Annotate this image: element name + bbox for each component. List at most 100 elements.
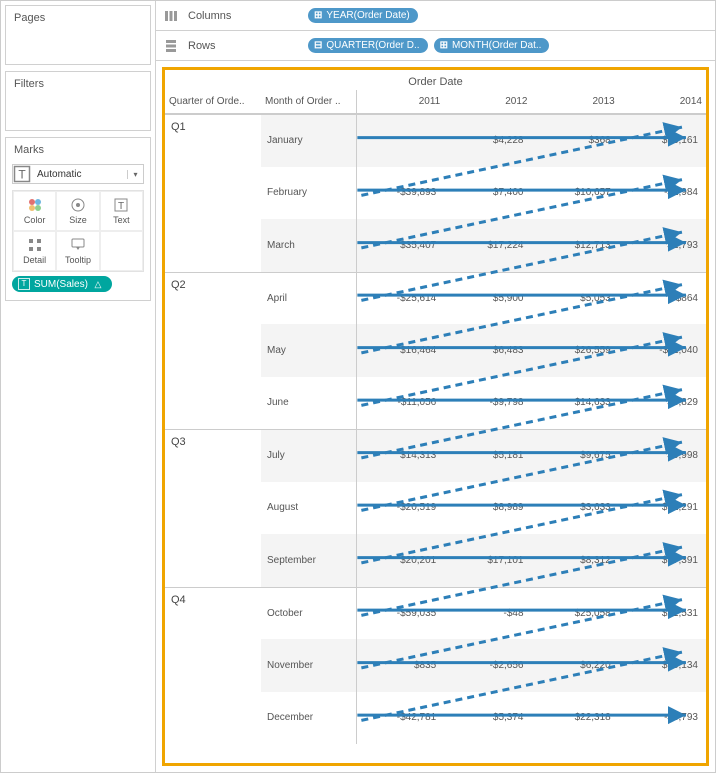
viz-title: Order Date: [165, 70, 706, 90]
value-cell[interactable]: $12,291: [619, 482, 706, 535]
month-cell[interactable]: October: [261, 588, 357, 640]
value-cell[interactable]: -$9,798: [444, 377, 531, 430]
value-cell[interactable]: $5,181: [444, 430, 531, 482]
marks-detail-button[interactable]: Detail: [13, 231, 56, 271]
value-cell[interactable]: $16,464: [357, 324, 444, 377]
value-cell[interactable]: $14,633: [532, 377, 619, 430]
month-cell[interactable]: February: [261, 167, 357, 220]
rows-shelf[interactable]: Rows ⊟QUARTER(Order D..⊞MONTH(Order Dat.…: [156, 31, 715, 61]
value-cell[interactable]: $6,483: [444, 324, 531, 377]
header-year-1[interactable]: 2012: [444, 90, 531, 113]
month-cell[interactable]: March: [261, 219, 357, 272]
month-cell[interactable]: August: [261, 482, 357, 535]
value-cell[interactable]: $8,312: [532, 534, 619, 587]
value-cell[interactable]: -$8,793: [619, 692, 706, 745]
quarter-cell[interactable]: Q4: [165, 588, 261, 640]
header-month[interactable]: Month of Order ..: [261, 90, 357, 113]
columns-shelf[interactable]: Columns ⊞YEAR(Order Date): [156, 1, 715, 31]
value-cell[interactable]: $14,313: [357, 430, 444, 482]
value-cell[interactable]: $26,559: [532, 324, 619, 377]
quarter-cell[interactable]: [165, 219, 261, 272]
rows-pill-1[interactable]: ⊞MONTH(Order Dat..: [434, 38, 550, 53]
marks-size-button[interactable]: Size: [56, 191, 99, 231]
quarter-cell[interactable]: [165, 692, 261, 745]
value-cell[interactable]: $9,675: [532, 430, 619, 482]
color-icon: [27, 197, 43, 213]
value-cell[interactable]: $12,713: [532, 219, 619, 272]
value-cell[interactable]: $368: [532, 115, 619, 167]
value-cell[interactable]: $2,793: [619, 219, 706, 272]
value-cell[interactable]: $17,101: [444, 534, 531, 587]
month-cell[interactable]: April: [261, 273, 357, 325]
month-cell[interactable]: May: [261, 324, 357, 377]
header-quarter[interactable]: Quarter of Orde..: [165, 90, 261, 113]
header-year-3[interactable]: 2014: [619, 90, 706, 113]
quarter-cell[interactable]: Q3: [165, 430, 261, 482]
value-cell[interactable]: $7,400: [444, 167, 531, 220]
value-cell[interactable]: $5,900: [444, 273, 531, 325]
value-cell[interactable]: -$11,040: [619, 324, 706, 377]
value-cell[interactable]: -$48: [444, 588, 531, 640]
expand-icon[interactable]: ⊟: [314, 40, 322, 51]
month-cell[interactable]: June: [261, 377, 357, 430]
value-cell[interactable]: $10,657: [532, 167, 619, 220]
quarter-cell[interactable]: [165, 324, 261, 377]
value-cell[interactable]: -$2,656: [444, 639, 531, 692]
value-cell[interactable]: $30,134: [619, 639, 706, 692]
value-cell[interactable]: -$25,614: [357, 273, 444, 325]
value-cell[interactable]: $835: [357, 639, 444, 692]
value-cell[interactable]: -$11,056: [357, 377, 444, 430]
columns-pill-0[interactable]: ⊞YEAR(Order Date): [308, 8, 418, 23]
pages-shelf[interactable]: Pages: [5, 5, 151, 65]
value-cell[interactable]: $8,989: [444, 482, 531, 535]
value-cell[interactable]: $8,829: [619, 377, 706, 430]
value-cell[interactable]: $35,407: [357, 219, 444, 272]
value-cell[interactable]: $6,220: [532, 639, 619, 692]
header-year-2[interactable]: 2013: [532, 90, 619, 113]
value-cell[interactable]: $17,391: [619, 534, 706, 587]
value-cell[interactable]: $25,058: [532, 588, 619, 640]
filters-shelf[interactable]: Filters: [5, 71, 151, 131]
value-cell[interactable]: -$2,984: [619, 167, 706, 220]
value-cell[interactable]: $4,228: [444, 115, 531, 167]
marks-type-dropdown[interactable]: T Automatic ▾: [12, 164, 144, 184]
quarter-cell[interactable]: Q2: [165, 273, 261, 325]
quarter-cell[interactable]: [165, 167, 261, 220]
value-cell[interactable]: -$20,519: [357, 482, 444, 535]
month-cell[interactable]: December: [261, 692, 357, 745]
month-cell[interactable]: July: [261, 430, 357, 482]
value-cell[interactable]: $3,633: [532, 482, 619, 535]
marks-text-button[interactable]: T Text: [100, 191, 143, 231]
rows-pill-0[interactable]: ⊟QUARTER(Order D..: [308, 38, 428, 53]
crosstab-viz: Order Date Quarter of Orde.. Month of Or…: [162, 67, 709, 766]
value-cell[interactable]: $20,201: [357, 534, 444, 587]
measure-pill-sum-sales[interactable]: T SUM(Sales) △: [12, 276, 112, 292]
text-encoding-icon: T: [18, 278, 30, 290]
quarter-cell[interactable]: Q1: [165, 115, 261, 167]
value-cell[interactable]: $26,161: [619, 115, 706, 167]
quarter-cell[interactable]: [165, 482, 261, 535]
month-cell[interactable]: November: [261, 639, 357, 692]
quarter-cell[interactable]: [165, 639, 261, 692]
expand-icon[interactable]: ⊞: [440, 40, 448, 51]
value-cell[interactable]: $21,531: [619, 588, 706, 640]
marks-detail-label: Detail: [23, 255, 46, 265]
value-cell[interactable]: -$42,781: [357, 692, 444, 745]
value-cell[interactable]: -$59,035: [357, 588, 444, 640]
expand-icon[interactable]: ⊞: [314, 10, 322, 21]
value-cell[interactable]: $864: [619, 273, 706, 325]
quarter-cell[interactable]: [165, 534, 261, 587]
value-cell[interactable]: $5,053: [532, 273, 619, 325]
value-cell[interactable]: [357, 115, 444, 167]
month-cell[interactable]: January: [261, 115, 357, 167]
value-cell[interactable]: $22,318: [532, 692, 619, 745]
value-cell[interactable]: $5,374: [444, 692, 531, 745]
header-year-0[interactable]: 2011: [357, 90, 444, 113]
value-cell[interactable]: $17,224: [444, 219, 531, 272]
marks-tooltip-button[interactable]: Tooltip: [56, 231, 99, 271]
marks-color-button[interactable]: Color: [13, 191, 56, 231]
month-cell[interactable]: September: [261, 534, 357, 587]
quarter-cell[interactable]: [165, 377, 261, 430]
value-cell[interactable]: $9,998: [619, 430, 706, 482]
value-cell[interactable]: -$39,893: [357, 167, 444, 220]
